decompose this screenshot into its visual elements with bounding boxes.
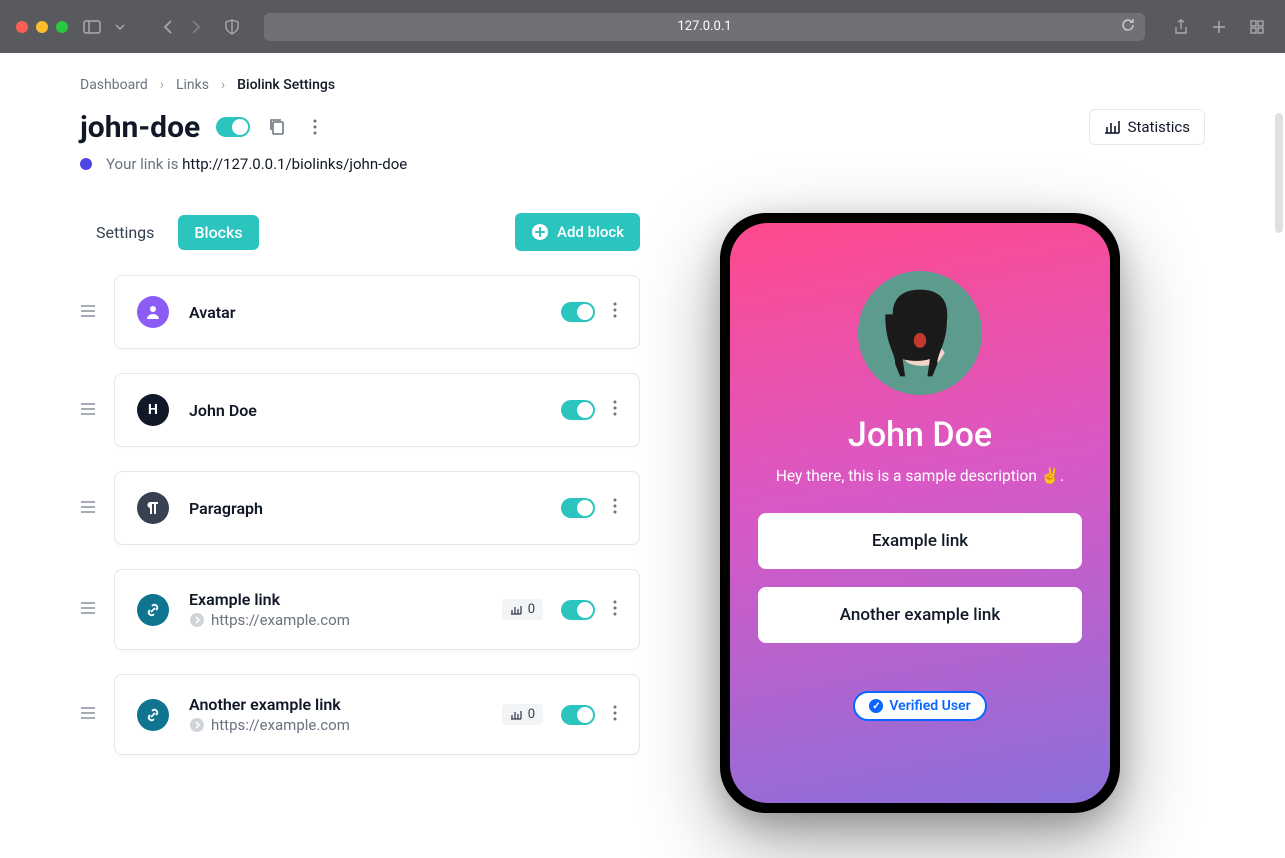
block-more-icon[interactable] [613, 302, 617, 322]
link-info: Your link is http://127.0.0.1/biolinks/j… [80, 155, 1205, 173]
back-button[interactable] [156, 15, 180, 39]
block-row: Avatar [80, 275, 640, 349]
preview-avatar [858, 271, 982, 395]
click-count-pill[interactable]: 0 [502, 704, 543, 725]
phone-preview: John Doe Hey there, this is a sample des… [720, 213, 1120, 813]
arrow-circle-icon [189, 612, 205, 628]
chevron-down-icon[interactable] [108, 15, 132, 39]
drag-handle-icon[interactable] [80, 705, 98, 724]
breadcrumb-links[interactable]: Links [176, 77, 209, 93]
new-tab-icon[interactable] [1207, 15, 1231, 39]
block-row: Paragraph [80, 471, 640, 545]
block-row: Example link https://example.com 0 [80, 569, 640, 650]
breadcrumb: Dashboard › Links › Biolink Settings [80, 77, 1205, 93]
window-maximize-button[interactable] [56, 21, 68, 33]
plus-circle-icon [531, 223, 549, 241]
url-bar[interactable]: 127.0.0.1 [264, 13, 1145, 41]
block-card-link[interactable]: Example link https://example.com 0 [114, 569, 640, 650]
tab-blocks[interactable]: Blocks [178, 215, 258, 250]
block-card-avatar[interactable]: Avatar [114, 275, 640, 349]
block-row: H John Doe [80, 373, 640, 447]
preview-link-button[interactable]: Example link [758, 513, 1082, 569]
scrollbar[interactable] [1275, 113, 1283, 233]
block-toggle[interactable] [561, 705, 595, 725]
click-count: 0 [528, 707, 535, 722]
block-card-link[interactable]: Another example link https://example.com… [114, 674, 640, 755]
page-header: john-doe Statistics [80, 109, 1205, 145]
add-block-button[interactable]: Add block [515, 213, 640, 251]
more-options-icon[interactable] [304, 116, 326, 138]
shield-icon[interactable] [220, 15, 244, 39]
avatar-block-icon [137, 296, 169, 328]
check-circle-icon: ✓ [869, 699, 883, 713]
link-block-icon [137, 699, 169, 731]
chart-icon [1104, 120, 1120, 134]
block-toggle[interactable] [561, 302, 595, 322]
statistics-button[interactable]: Statistics [1089, 109, 1205, 145]
arrow-circle-icon [189, 717, 205, 733]
block-toggle[interactable] [561, 400, 595, 420]
drag-handle-icon[interactable] [80, 499, 98, 518]
statistics-label: Statistics [1128, 118, 1190, 136]
drag-handle-icon[interactable] [80, 401, 98, 420]
drag-handle-icon[interactable] [80, 600, 98, 619]
refresh-icon[interactable] [1121, 18, 1135, 36]
link-url[interactable]: http://127.0.0.1/biolinks/john-doe [182, 155, 407, 173]
verified-badge: ✓ Verified User [853, 691, 986, 721]
block-sub-url: https://example.com [211, 716, 350, 734]
click-count-pill[interactable]: 0 [502, 599, 543, 620]
block-toggle[interactable] [561, 498, 595, 518]
block-title: John Doe [189, 401, 541, 420]
page-title: john-doe [80, 110, 200, 145]
chart-icon [510, 710, 522, 720]
breadcrumb-current: Biolink Settings [237, 77, 335, 93]
copy-icon[interactable] [266, 116, 288, 138]
preview-name: John Doe [848, 415, 992, 455]
status-indicator [80, 158, 92, 170]
block-toggle[interactable] [561, 600, 595, 620]
block-title: Another example link [189, 695, 482, 714]
browser-chrome: 127.0.0.1 [0, 0, 1285, 53]
verified-label: Verified User [889, 698, 970, 714]
block-more-icon[interactable] [613, 400, 617, 420]
block-row: Another example link https://example.com… [80, 674, 640, 755]
traffic-lights [16, 21, 68, 33]
tabs-grid-icon[interactable] [1245, 15, 1269, 39]
blocks-list: Avatar [80, 275, 640, 755]
block-more-icon[interactable] [613, 705, 617, 725]
sidebar-toggle-icon[interactable] [80, 15, 104, 39]
url-text: 127.0.0.1 [677, 19, 731, 34]
block-more-icon[interactable] [613, 498, 617, 518]
click-count: 0 [528, 602, 535, 617]
share-icon[interactable] [1169, 15, 1193, 39]
window-minimize-button[interactable] [36, 21, 48, 33]
block-title: Avatar [189, 303, 541, 322]
block-card-heading[interactable]: H John Doe [114, 373, 640, 447]
block-sub-url: https://example.com [211, 611, 350, 629]
tab-settings[interactable]: Settings [80, 215, 170, 250]
tabs-row: Settings Blocks Add block [80, 213, 640, 251]
page-content: Dashboard › Links › Biolink Settings joh… [0, 53, 1285, 858]
block-title: Example link [189, 590, 482, 609]
chart-icon [510, 605, 522, 615]
drag-handle-icon[interactable] [80, 303, 98, 322]
block-card-paragraph[interactable]: Paragraph [114, 471, 640, 545]
block-title: Paragraph [189, 499, 541, 518]
forward-button[interactable] [184, 15, 208, 39]
biolink-enabled-toggle[interactable] [216, 117, 250, 137]
heading-block-icon: H [137, 394, 169, 426]
preview-link-button[interactable]: Another example link [758, 587, 1082, 643]
paragraph-block-icon [137, 492, 169, 524]
preview-description: Hey there, this is a sample description … [776, 467, 1064, 485]
link-prefix: Your link is [106, 155, 182, 173]
chevron-right-icon: › [160, 77, 164, 93]
chevron-right-icon: › [221, 77, 225, 93]
phone-screen: John Doe Hey there, this is a sample des… [730, 223, 1110, 803]
window-close-button[interactable] [16, 21, 28, 33]
block-more-icon[interactable] [613, 600, 617, 620]
add-block-label: Add block [557, 223, 624, 241]
breadcrumb-dashboard[interactable]: Dashboard [80, 77, 148, 93]
link-block-icon [137, 594, 169, 626]
